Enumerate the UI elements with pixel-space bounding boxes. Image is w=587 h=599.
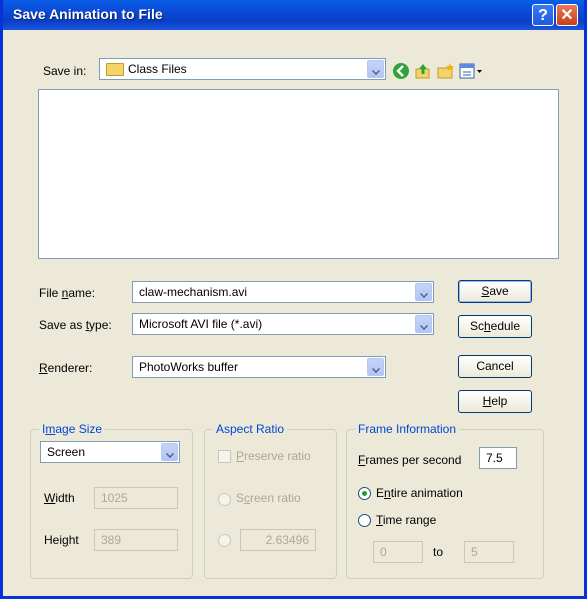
- custom-ratio-input[interactable]: 2.63496: [240, 529, 316, 551]
- width-label: Width: [44, 491, 75, 505]
- save-in-label: Save in:: [43, 64, 87, 78]
- save-as-type-select[interactable]: Microsoft AVI file (*.avi): [132, 313, 434, 335]
- time-range-radio[interactable]: [358, 514, 371, 527]
- range-to-input[interactable]: 5: [464, 541, 514, 563]
- aspect-ratio-title: Aspect Ratio: [213, 422, 288, 436]
- folder-icon: [106, 63, 124, 76]
- save-in-value: Class Files: [128, 62, 187, 76]
- fps-input[interactable]: 7.5: [479, 447, 517, 469]
- close-button[interactable]: ✕: [556, 4, 578, 26]
- width-input[interactable]: 1025: [94, 487, 178, 509]
- help-title-button[interactable]: ?: [532, 4, 554, 26]
- image-size-mode-select[interactable]: Screen: [40, 441, 180, 463]
- file-name-field[interactable]: claw-mechanism.avi: [132, 281, 434, 303]
- chevron-down-icon[interactable]: [367, 358, 384, 376]
- file-list[interactable]: [38, 89, 559, 259]
- dialog-title: Save Animation to File: [13, 6, 163, 22]
- file-name-label: File name:: [39, 286, 96, 300]
- renderer-select[interactable]: PhotoWorks buffer: [132, 356, 386, 378]
- back-icon[interactable]: [392, 62, 410, 80]
- fps-label: Frames per second: [358, 453, 462, 467]
- save-button[interactable]: Save: [458, 280, 532, 303]
- chevron-down-icon[interactable]: [415, 315, 432, 333]
- preserve-ratio-checkbox[interactable]: [218, 450, 231, 463]
- entire-animation-label: Entire animation: [376, 486, 463, 500]
- chevron-down-icon[interactable]: [415, 283, 432, 301]
- save-animation-dialog: Save Animation to File ? ✕ Save in: Clas…: [0, 0, 587, 599]
- save-as-type-label: Save as type:: [39, 318, 112, 332]
- image-size-title: Image Size: [39, 422, 106, 436]
- views-menu-icon[interactable]: [459, 62, 485, 80]
- chevron-down-icon[interactable]: [367, 60, 384, 78]
- height-label: Height: [44, 533, 79, 547]
- save-in-combo[interactable]: Class Files: [99, 58, 386, 80]
- title-bar[interactable]: Save Animation to File ? ✕: [3, 0, 584, 30]
- frame-information-title: Frame Information: [355, 422, 460, 436]
- up-folder-icon[interactable]: [414, 62, 432, 80]
- renderer-value: PhotoWorks buffer: [139, 360, 238, 374]
- help-button[interactable]: Help: [458, 390, 532, 413]
- file-name-value: claw-mechanism.avi: [139, 285, 248, 299]
- cancel-button[interactable]: Cancel: [458, 355, 532, 378]
- preserve-ratio-label: Preserve ratio: [236, 449, 311, 463]
- renderer-label: Renderer:: [39, 361, 93, 375]
- range-from-input[interactable]: 0: [373, 541, 423, 563]
- save-as-type-value: Microsoft AVI file (*.avi): [139, 317, 263, 331]
- custom-ratio-radio[interactable]: [218, 534, 231, 547]
- height-input[interactable]: 389: [94, 529, 178, 551]
- new-folder-icon[interactable]: [437, 62, 455, 80]
- schedule-button[interactable]: Schedule: [458, 315, 532, 338]
- screen-ratio-label: Screen ratio: [236, 491, 301, 505]
- time-range-label: Time range: [376, 513, 437, 527]
- range-to-label: to: [433, 545, 444, 559]
- chevron-down-icon[interactable]: [161, 443, 178, 461]
- screen-ratio-radio[interactable]: [218, 493, 231, 506]
- image-size-mode-value: Screen: [47, 445, 86, 459]
- entire-animation-radio[interactable]: [358, 487, 371, 500]
